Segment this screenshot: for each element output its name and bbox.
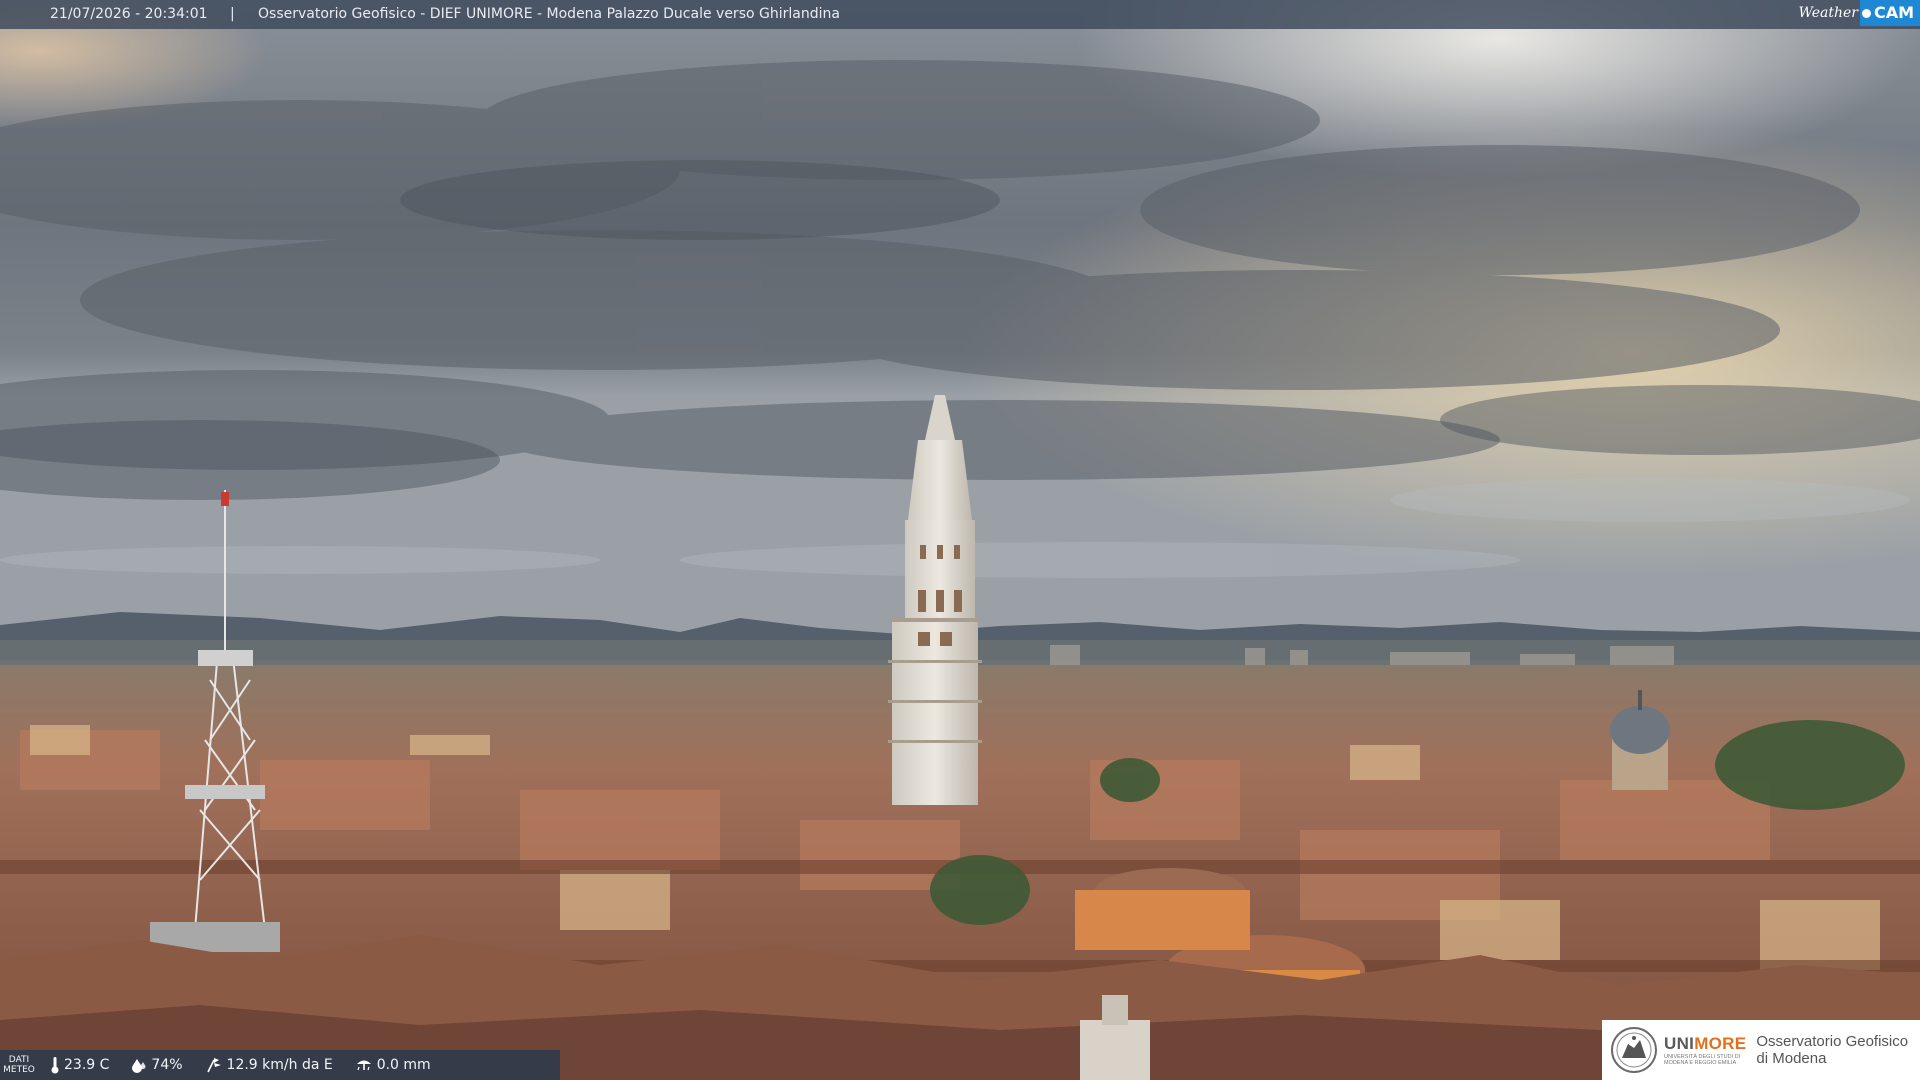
meteo-label-line1: DATI bbox=[8, 1055, 30, 1065]
wordmark-more: MORE bbox=[1694, 1034, 1747, 1053]
humidity-drop-icon bbox=[132, 1059, 146, 1073]
unimore-logo-panel: UNIMORE UNIVERSITÀ DEGLI STUDI DI MODENA… bbox=[1602, 1020, 1920, 1080]
unimore-wordmark: UNIMORE bbox=[1664, 1034, 1746, 1054]
humidity-reading: 74% bbox=[131, 1057, 183, 1073]
wind-reading: 12.9 km/h da E bbox=[205, 1057, 333, 1073]
observatory-name: Osservatorio Geofisico di Modena bbox=[1756, 1033, 1908, 1067]
brand-cam-text: CAM bbox=[1873, 3, 1914, 22]
rain-reading: 0.0 mm bbox=[355, 1057, 431, 1073]
university-name: UNIMORE UNIVERSITÀ DEGLI STUDI DI MODENA… bbox=[1664, 1034, 1746, 1066]
webcam-image bbox=[0, 0, 1920, 1080]
header-bar: 21/07/2026 - 20:34:01 | Osservatorio Geo… bbox=[0, 0, 1920, 29]
temperature-value: 23.9 C bbox=[64, 1057, 110, 1073]
meteo-label-line2: METEO bbox=[3, 1065, 35, 1075]
weathercam-logo: Weather CAM bbox=[1798, 0, 1920, 26]
humidity-value: 74% bbox=[151, 1057, 183, 1073]
observatory-line1: Osservatorio Geofisico bbox=[1756, 1033, 1909, 1050]
meteo-bar: DATI METEO 23.9 C 74% 12.9 km/h da E 0.0… bbox=[0, 1050, 560, 1080]
wordmark-uni: UNI bbox=[1664, 1034, 1695, 1053]
camera-lens-icon bbox=[1861, 8, 1871, 18]
brand-cam-box: CAM bbox=[1859, 0, 1920, 26]
thermometer-icon bbox=[51, 1057, 59, 1074]
temperature-reading: 23.9 C bbox=[50, 1056, 109, 1074]
header-separator: | bbox=[230, 6, 235, 22]
observatory-line2: di Modena bbox=[1756, 1050, 1827, 1067]
timestamp: 21/07/2026 - 20:34:01 bbox=[50, 6, 208, 22]
university-subtitle-2: MODENA E REGGIO EMILIA bbox=[1664, 1060, 1737, 1066]
wind-value: 12.9 km/h da E bbox=[226, 1057, 333, 1073]
rain-value: 0.0 mm bbox=[376, 1057, 431, 1073]
brand-weather-text: Weather bbox=[1798, 5, 1858, 21]
meteo-label: DATI METEO bbox=[2, 1055, 36, 1075]
wind-icon bbox=[206, 1058, 221, 1073]
camera-title: Osservatorio Geofisico - DIEF UNIMORE - … bbox=[258, 6, 840, 22]
webcam-frame: 21/07/2026 - 20:34:01 | Osservatorio Geo… bbox=[0, 0, 1920, 1080]
rain-gauge-icon bbox=[356, 1060, 371, 1071]
university-seal-icon bbox=[1611, 1027, 1657, 1073]
